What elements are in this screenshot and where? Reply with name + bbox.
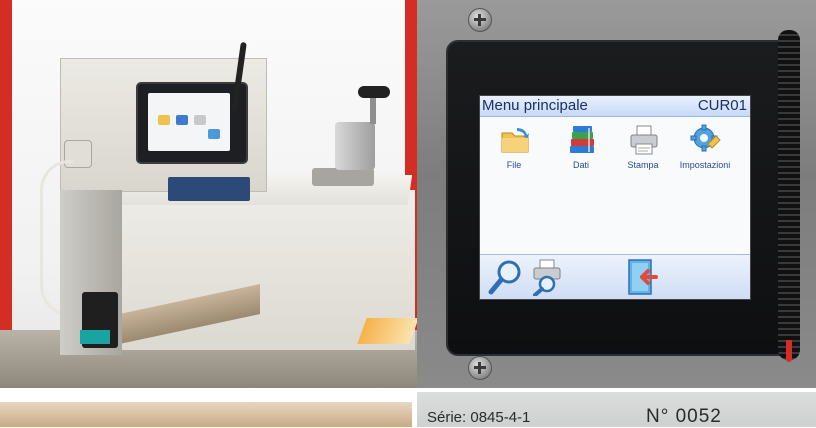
exit-button[interactable]: [623, 258, 659, 296]
cylinder-base: [312, 168, 374, 186]
menu-item-dati-label: Dati: [572, 160, 589, 170]
magnifier-icon: [488, 260, 521, 295]
menu-item-stampa-label: Stampa: [627, 160, 659, 170]
bottom-toolbar: [480, 254, 750, 299]
cartridge-teal-clip: [80, 330, 110, 344]
unit-number: N° 0052: [646, 406, 722, 427]
print-preview-icon: [533, 259, 561, 297]
menu-code: CUR01: [697, 97, 747, 114]
menu-item-impostazioni[interactable]: Impostazioni: [676, 120, 734, 190]
print-preview-button[interactable]: [530, 258, 566, 297]
knob-stem: [370, 96, 376, 124]
machine-photo: [0, 0, 417, 388]
mini-touchscreen-display: [148, 93, 230, 151]
pneumatic-cylinder: [335, 122, 375, 170]
adjustment-knob: [358, 86, 390, 98]
bottom-left-photo: [0, 392, 412, 427]
printer-icon: [630, 125, 658, 155]
instruction-label: [168, 177, 250, 201]
menu-item-file-label: File: [506, 160, 522, 170]
menu-item-impostazioni-label: Impostazioni: [679, 160, 731, 170]
folder-icon: [501, 128, 529, 153]
mini-folder-icon: [158, 115, 170, 125]
books-icon: [570, 126, 594, 153]
screw-bottom-icon: [468, 356, 492, 380]
exit-door-icon: [628, 259, 658, 295]
menu-item-stampa[interactable]: Stampa: [614, 120, 672, 190]
mini-printer-icon: [194, 115, 206, 125]
serial-number: Série: 0845-4-1: [427, 409, 531, 426]
menu-title: Menu principale: [482, 97, 588, 114]
mini-gear-icon: [208, 129, 220, 139]
touchscreen-display: Menu principale CUR01 File Dati Stampa I…: [479, 95, 751, 300]
menu-item-dati[interactable]: Dati: [552, 120, 610, 190]
settings-gear-icon: [690, 124, 721, 152]
menu-header: Menu principale CUR01: [480, 96, 750, 117]
stylus-coiled-cord: [778, 30, 800, 360]
screw-top-icon: [468, 8, 492, 32]
menu-item-file[interactable]: File: [485, 120, 543, 190]
stylus-tip: [786, 340, 792, 362]
search-button[interactable]: [488, 258, 524, 296]
mini-books-icon: [176, 115, 188, 125]
orange-guide-block: [357, 318, 417, 344]
